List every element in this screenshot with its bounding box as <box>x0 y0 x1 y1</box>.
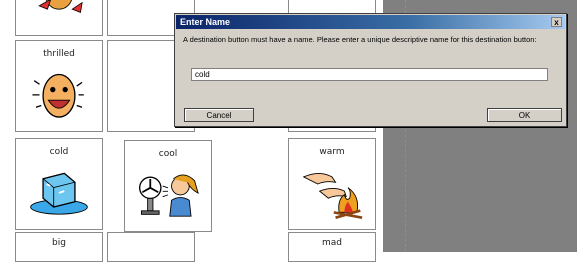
card-cold[interactable]: cold <box>15 138 103 230</box>
cancel-button[interactable]: Cancel <box>184 108 254 122</box>
card-top-left[interactable] <box>15 0 103 36</box>
dialog-title-bar[interactable]: Enter Name x <box>176 15 565 29</box>
card-label: mad <box>322 238 342 248</box>
dialog-message: A destination button must have a name. P… <box>183 35 537 44</box>
card-blank-4[interactable] <box>107 232 195 262</box>
thrilled-image <box>16 63 102 125</box>
dialog-title: Enter Name <box>180 17 231 27</box>
card-big[interactable]: big <box>15 232 103 262</box>
card-warm[interactable]: warm <box>288 138 376 230</box>
card-label: warm <box>319 147 345 157</box>
top-face-image <box>16 0 102 29</box>
name-input[interactable] <box>191 68 548 81</box>
cold-image <box>16 161 102 223</box>
card-cool[interactable]: cool <box>124 140 212 232</box>
card-label: cold <box>49 147 69 157</box>
ok-button[interactable]: OK <box>487 108 562 122</box>
card-label: thrilled <box>43 49 75 59</box>
card-thrilled[interactable]: thrilled <box>15 40 103 132</box>
card-mad[interactable]: mad <box>288 232 376 262</box>
card-label: big <box>52 238 66 248</box>
enter-name-dialog: Enter Name x A destination button must h… <box>174 13 567 127</box>
close-button[interactable]: x <box>551 17 562 27</box>
cool-image <box>125 163 211 225</box>
warm-image <box>289 161 375 223</box>
card-label: cool <box>158 149 178 159</box>
